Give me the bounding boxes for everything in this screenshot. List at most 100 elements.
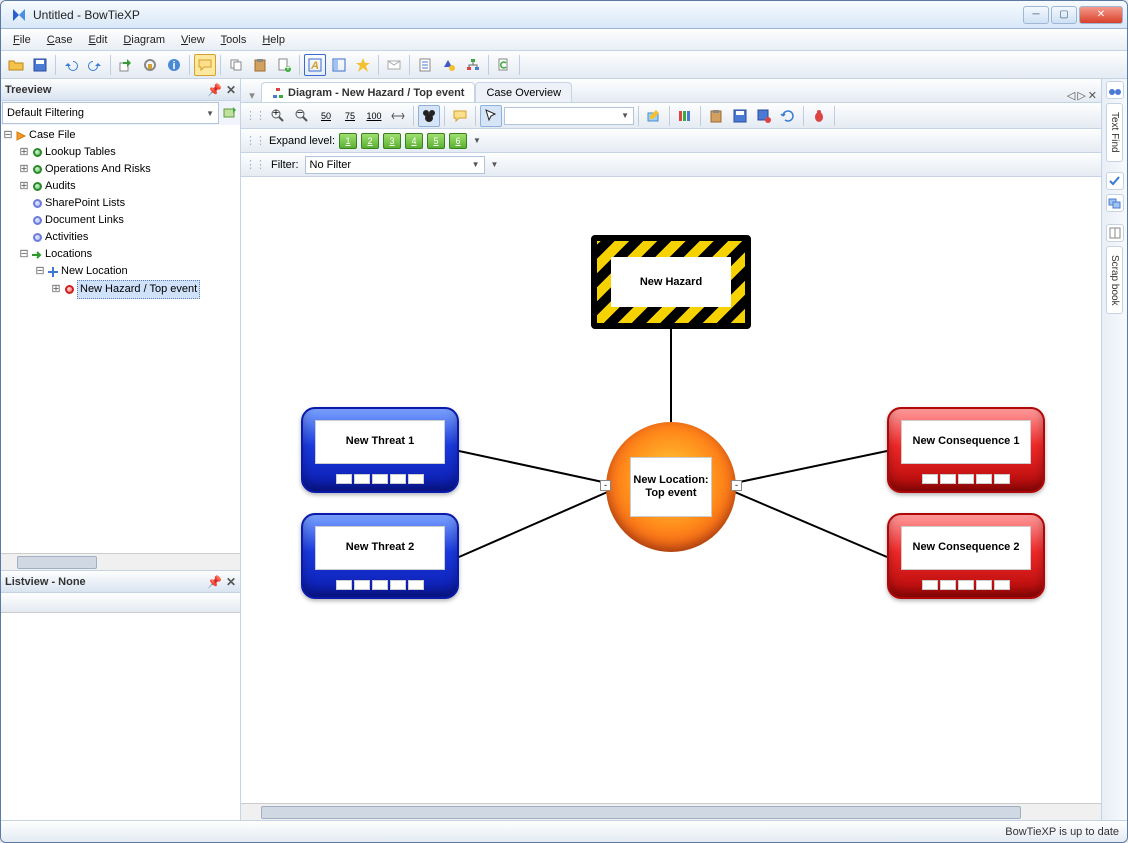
info-icon[interactable]: i	[163, 54, 185, 76]
tree-expand-icon[interactable]: ⊞	[19, 161, 29, 178]
bug-icon[interactable]	[808, 105, 830, 127]
menu-case[interactable]: Case	[39, 32, 81, 48]
filter-dropdown[interactable]: No Filter ▼	[305, 156, 485, 174]
menu-tools[interactable]: Tools	[213, 32, 255, 48]
tree-hazard-selected[interactable]: New Hazard / Top event	[77, 280, 200, 299]
maximize-button[interactable]: ▢	[1051, 6, 1077, 24]
tree-scrollbar[interactable]	[1, 553, 240, 570]
grip-icon[interactable]: ⋮⋮	[245, 109, 265, 122]
tab-diagram[interactable]: Diagram - New Hazard / Top event	[261, 82, 475, 102]
tree-sharepoint[interactable]: SharePoint Lists	[45, 195, 125, 212]
orgchart-icon[interactable]	[462, 54, 484, 76]
open-icon[interactable]	[5, 54, 27, 76]
paste-icon[interactable]	[249, 54, 271, 76]
shapes-icon[interactable]	[438, 54, 460, 76]
level-1-button[interactable]: 1	[339, 133, 357, 149]
tree-expand-icon[interactable]: ⊞	[51, 281, 61, 298]
profile-combo[interactable]: ▼	[504, 107, 634, 125]
close-panel-icon[interactable]: ✕	[226, 575, 236, 589]
layout-icon[interactable]	[328, 54, 350, 76]
star-icon[interactable]	[352, 54, 374, 76]
close-button[interactable]: ✕	[1079, 6, 1123, 24]
tree-collapse-icon[interactable]: ⊟	[3, 127, 13, 144]
tree-collapse-icon[interactable]: ⊟	[35, 263, 45, 280]
mail-icon[interactable]	[383, 54, 405, 76]
addpage-icon[interactable]: +	[273, 54, 295, 76]
mickey-icon[interactable]	[418, 105, 440, 127]
zoom-50-button[interactable]: 50	[315, 105, 337, 127]
savedel-icon[interactable]	[753, 105, 775, 127]
lock-icon[interactable]	[139, 54, 161, 76]
hazard-node[interactable]: New Hazard	[591, 235, 751, 329]
menu-edit[interactable]: Edit	[80, 32, 115, 48]
collapse-left-icon[interactable]: -	[600, 480, 611, 491]
refresh-icon[interactable]	[777, 105, 799, 127]
sidetab-textfind[interactable]: Text Find	[1106, 103, 1123, 162]
tree-root[interactable]: Case File	[29, 127, 75, 144]
tree-operations[interactable]: Operations And Risks	[45, 161, 151, 178]
tree-collapse-icon[interactable]: ⊟	[19, 246, 29, 263]
collapse-right-icon[interactable]: -	[731, 480, 742, 491]
threat-2-node[interactable]: New Threat 2	[301, 513, 459, 599]
pin-icon[interactable]: 📌	[207, 575, 222, 589]
level-5-button[interactable]: 5	[427, 133, 445, 149]
zoom-in-icon[interactable]: +	[267, 105, 289, 127]
tree-doclinks[interactable]: Document Links	[45, 212, 124, 229]
windows-icon[interactable]	[1106, 194, 1124, 212]
menu-diagram[interactable]: Diagram	[115, 32, 173, 48]
zoom-75-button[interactable]: 75	[339, 105, 361, 127]
tree-lookup[interactable]: Lookup Tables	[45, 144, 116, 161]
grip-icon[interactable]: ⋮⋮	[245, 134, 265, 147]
paste2-icon[interactable]	[705, 105, 727, 127]
consequence-2-node[interactable]: New Consequence 2	[887, 513, 1045, 599]
binoculars-icon[interactable]	[1106, 81, 1124, 99]
save-icon[interactable]	[29, 54, 51, 76]
undo-icon[interactable]	[60, 54, 82, 76]
tree-audits[interactable]: Audits	[45, 178, 76, 195]
pin-icon[interactable]: 📌	[207, 83, 222, 97]
sidetab-scrapbook[interactable]: Scrap book	[1106, 246, 1123, 315]
editlayout-icon[interactable]	[643, 105, 665, 127]
tab-overview[interactable]: Case Overview	[475, 82, 572, 102]
tab-close-icon[interactable]: ✕	[1088, 89, 1097, 102]
menu-help[interactable]: Help	[254, 32, 293, 48]
book-icon[interactable]	[1106, 224, 1124, 242]
tree-expand-icon[interactable]: ⊞	[19, 178, 29, 195]
tab-prev-icon[interactable]: ◁	[1067, 89, 1075, 102]
comment2-icon[interactable]	[449, 105, 471, 127]
filter-combo[interactable]: Default Filtering ▼	[2, 102, 219, 124]
level-3-button[interactable]: 3	[383, 133, 401, 149]
save2-icon[interactable]	[729, 105, 751, 127]
filter-refresh-icon[interactable]	[220, 102, 240, 124]
copy-icon[interactable]	[225, 54, 247, 76]
grip-icon[interactable]: ⋮⋮	[245, 158, 265, 171]
tab-next-icon[interactable]: ▷	[1077, 89, 1085, 102]
tree-expand-icon[interactable]: ⊞	[19, 144, 29, 161]
level-6-button[interactable]: 6	[449, 133, 467, 149]
filter-more-icon[interactable]: ▼	[491, 160, 499, 169]
redo-icon[interactable]	[84, 54, 106, 76]
menu-file[interactable]: File	[5, 32, 39, 48]
tab-menu-icon[interactable]: ▾	[245, 89, 259, 102]
check-icon[interactable]	[1106, 172, 1124, 190]
level-more-icon[interactable]: ▼	[473, 136, 481, 145]
textframe-icon[interactable]: A	[304, 54, 326, 76]
listview-column-header[interactable]	[1, 593, 240, 613]
zoom-out-icon[interactable]: −	[291, 105, 313, 127]
close-panel-icon[interactable]: ✕	[226, 83, 236, 97]
diagram-canvas[interactable]: New Hazard New Location: Top event - - N…	[241, 177, 1101, 803]
tree-activities[interactable]: Activities	[45, 229, 88, 246]
export-icon[interactable]	[115, 54, 137, 76]
minimize-button[interactable]: ─	[1023, 6, 1049, 24]
consequence-1-node[interactable]: New Consequence 1	[887, 407, 1045, 493]
level-2-button[interactable]: 2	[361, 133, 379, 149]
tree-locations[interactable]: Locations	[45, 246, 92, 263]
canvas-scrollbar[interactable]	[241, 803, 1101, 820]
level-4-button[interactable]: 4	[405, 133, 423, 149]
pointer-icon[interactable]	[480, 105, 502, 127]
comment-icon[interactable]	[194, 54, 216, 76]
tree-newlocation[interactable]: New Location	[61, 263, 128, 280]
pagerefresh-icon[interactable]	[493, 54, 515, 76]
zoom-100-button[interactable]: 100	[363, 105, 385, 127]
fit-width-icon[interactable]	[387, 105, 409, 127]
